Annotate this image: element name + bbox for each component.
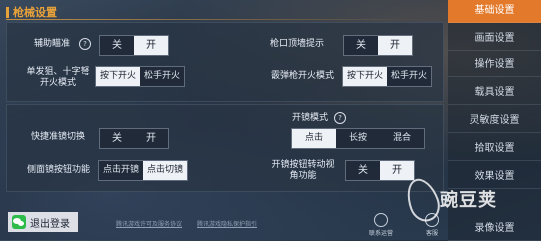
single-fire-toggle: 按下开火 松手开火 bbox=[95, 66, 185, 87]
scope-mode-mixed-button[interactable]: 混合 bbox=[380, 129, 424, 148]
aim-assist-help-icon[interactable]: ? bbox=[79, 38, 91, 50]
single-fire-label: 单发狙、十字弩开火模式 bbox=[26, 67, 90, 88]
quick-scope-toggle: 关 开 bbox=[99, 128, 169, 149]
watermark-text: 豌豆荚 bbox=[440, 190, 497, 211]
sidebar-item-basic[interactable]: 基础设置 bbox=[448, 0, 541, 23]
quick-scope-label: 快捷准镜切换 bbox=[31, 132, 86, 142]
fire-settings-panel bbox=[6, 22, 444, 102]
aim-assist-label: 辅助瞄准 bbox=[34, 39, 71, 49]
sidebar-item-controls[interactable]: 操作设置 bbox=[448, 54, 541, 77]
single-fire-press-button[interactable]: 按下开火 bbox=[96, 67, 140, 86]
single-fire-release-button[interactable]: 松手开火 bbox=[140, 67, 184, 86]
scope-turn-off-button[interactable]: 关 bbox=[346, 161, 380, 180]
section-title: 枪械设置 bbox=[13, 6, 57, 19]
muzzle-hint-label: 枪口顶墙提示 bbox=[270, 39, 325, 49]
scope-turn-label: 开镜按钮转动视角功能 bbox=[271, 160, 335, 181]
contact-ops-label: 联系运营 bbox=[368, 230, 393, 237]
contact-icon bbox=[374, 213, 388, 227]
customer-service-label: 客服 bbox=[425, 230, 438, 237]
sidebar-item-sensitivity[interactable]: 灵敏度设置 bbox=[448, 110, 541, 133]
side-scope-toggle: 点击开镜 点击切镜 bbox=[98, 160, 188, 181]
section-header: 枪械设置 bbox=[6, 4, 57, 20]
quick-scope-off-button[interactable]: 关 bbox=[100, 129, 134, 148]
logout-label: 退出登录 bbox=[30, 218, 70, 230]
sidebar-item-replay[interactable]: 录像设置 bbox=[448, 218, 541, 241]
aim-assist-on-button[interactable]: 开 bbox=[134, 36, 168, 55]
muzzle-hint-off-button[interactable]: 关 bbox=[344, 36, 378, 55]
sidebar-item-vehicle[interactable]: 载具设置 bbox=[448, 82, 541, 105]
side-scope-label: 侧面镜按钮功能 bbox=[27, 165, 91, 175]
quick-scope-on-button[interactable]: 开 bbox=[134, 129, 168, 148]
side-scope-open-button[interactable]: 点击开镜 bbox=[99, 161, 143, 180]
scope-mode-hold-button[interactable]: 长按 bbox=[336, 129, 380, 148]
logout-button[interactable]: 退出登录 bbox=[8, 212, 78, 232]
sidebar-item-pickup[interactable]: 拾取设置 bbox=[448, 138, 541, 161]
scope-turn-toggle: 关 开 bbox=[345, 160, 415, 181]
shotgun-fire-release-button[interactable]: 松手开火 bbox=[387, 67, 431, 86]
contact-ops-button[interactable]: 联系运营 bbox=[366, 213, 396, 237]
aim-assist-off-button[interactable]: 关 bbox=[100, 36, 134, 55]
scope-turn-on-button[interactable]: 开 bbox=[380, 161, 414, 180]
muzzle-hint-on-button[interactable]: 开 bbox=[378, 36, 412, 55]
sidebar-item-graphics[interactable]: 画面设置 bbox=[448, 28, 541, 51]
shotgun-fire-toggle: 按下开火 松手开火 bbox=[342, 66, 432, 87]
scope-mode-label: 开镜模式 bbox=[292, 113, 329, 123]
scope-mode-toggle: 点击 长按 混合 bbox=[291, 128, 425, 149]
section-divider bbox=[6, 19, 426, 20]
scope-mode-tap-button[interactable]: 点击 bbox=[292, 129, 336, 148]
scope-mode-help-icon[interactable]: ? bbox=[334, 112, 346, 124]
wechat-icon bbox=[12, 215, 26, 229]
privacy-link[interactable]: 腾讯游戏隐私保护指引 bbox=[197, 219, 257, 228]
muzzle-hint-toggle: 关 开 bbox=[343, 35, 413, 56]
shotgun-fire-label: 霰弹枪开火模式 bbox=[271, 71, 335, 81]
aim-assist-toggle: 关 开 bbox=[99, 35, 169, 56]
license-link[interactable]: 腾讯游戏许可及服务协议 bbox=[116, 219, 182, 228]
section-marker bbox=[6, 6, 9, 18]
side-scope-switch-button[interactable]: 点击切镜 bbox=[143, 161, 187, 180]
shotgun-fire-press-button[interactable]: 按下开火 bbox=[343, 67, 387, 86]
